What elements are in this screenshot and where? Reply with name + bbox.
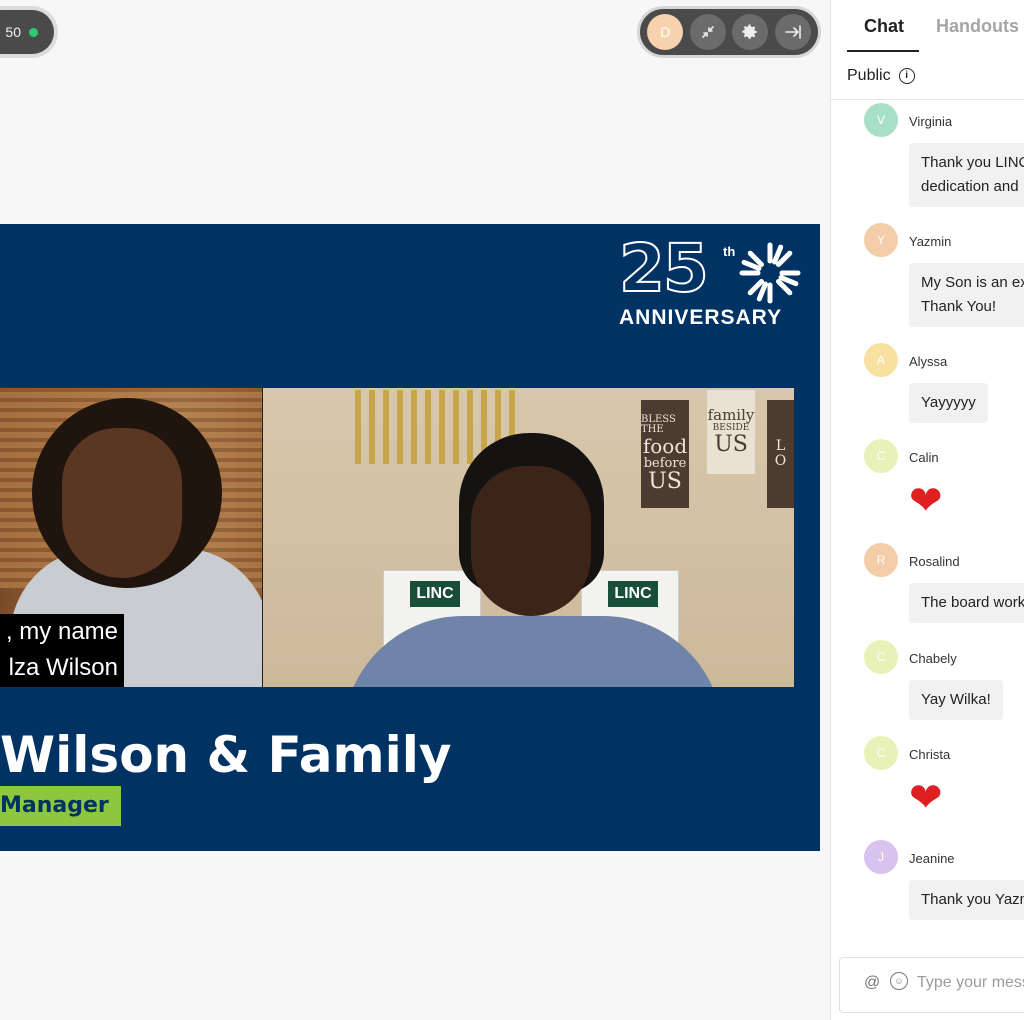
sender-name: Virginia [909,114,953,129]
sender-name: Alyssa [909,354,948,369]
tab-chat[interactable]: Chat [864,16,904,37]
anniversary-word: ANNIVERSARY [619,306,783,329]
broadcast-slide: 25 th ANNIVERSARY , my name lza Wilson B… [0,224,820,851]
sender-name: Rosalind [909,554,960,569]
sign-line: before [643,455,687,471]
avatar: Y [864,223,898,257]
message-input[interactable]: Type your mess [917,974,1024,992]
wall-sign: BLESS THE food before US [641,400,689,508]
live-indicator-icon [29,27,38,37]
avatar: V [864,103,898,137]
sender-name: Chabely [909,651,957,666]
sign-line: US [714,432,748,458]
side-panel: Chat Handouts Public i V Virginia Thank … [830,0,1024,1020]
message-bubble: The board work [909,583,1024,623]
avatar: R [864,543,898,577]
video-tile-left: , my name lza Wilson [0,388,262,687]
message-text: My Son is an ex [921,274,1024,291]
anniversary-suffix: th [723,244,736,259]
chat-composer[interactable]: @ ☺ Type your mess [839,957,1024,1013]
sign-line: O [774,453,787,469]
video-tile-right: BLESS THE food before US family BESIDE U… [263,388,794,687]
session-toolbar: D [640,9,818,55]
user-avatar-button[interactable]: D [647,14,684,50]
settings-button[interactable] [732,14,769,50]
participant-face [62,428,182,578]
linc-logo: LINC [410,581,460,607]
sender-name: Calin [909,450,939,465]
minimize-icon [701,26,714,38]
wall-sign: family BESIDE US [707,390,755,474]
divider [831,99,1024,100]
message-text: The board work [921,594,1024,611]
avatar: C [864,640,898,674]
message-bubble: My Son is an ex Thank You! [909,263,1024,327]
caption-line: lza Wilson [8,654,118,681]
presenter-title: Wilson & Family [0,726,452,784]
message-bubble: Thank you Yazm [909,880,1024,920]
sign-line: L [775,438,786,455]
message-text: dedication and [921,178,1019,195]
chat-channel: Public i [847,67,915,85]
anniversary-number: 25 [618,230,710,307]
sign-line: BLESS THE [641,413,676,436]
linc-logo: LINC [608,581,658,607]
sign-line: US [648,469,682,495]
presenter-role: Manager [0,786,121,826]
sender-name: Yazmin [909,234,952,249]
message-bubble: Yayyyyy [909,383,988,423]
avatar: J [864,840,898,874]
leave-button[interactable] [774,14,811,50]
sign-line: food [642,433,688,458]
viewer-counter: 50 [0,10,54,54]
heart-emoji-icon: ❤ [909,776,943,820]
info-icon[interactable]: i [898,68,915,84]
gear-icon [742,24,757,39]
minimize-button[interactable] [689,14,726,50]
message-text: Thank You! [921,298,997,315]
emoji-icon[interactable]: ☺ [890,972,908,990]
mention-icon[interactable]: @ [864,974,880,992]
sign-line: family [707,405,755,424]
avatar: C [864,439,898,473]
participant-face [471,466,591,616]
message-text: Thank you Yazm [921,891,1024,908]
message-text: Thank you LINC [921,154,1024,171]
heart-emoji-icon: ❤ [909,479,943,523]
caption-line: , my name [5,618,118,645]
avatar: A [864,343,898,377]
sender-name: Jeanine [909,851,955,866]
sender-name: Christa [909,747,951,762]
viewer-count: 50 [5,24,21,40]
active-tab-indicator [847,50,919,52]
user-initial: D [660,24,671,40]
message-bubble: Thank you LINC dedication and [909,143,1024,207]
panel-tabs: Chat Handouts [831,0,1024,54]
sunburst-icon [739,242,801,304]
message-text: Yayyyyy [921,394,976,411]
main-stage-area: 50 D 25 th ANNIVERSARY , my name lza Wil… [0,0,830,1020]
leave-icon [784,25,801,39]
channel-label: Public [847,67,891,84]
wall-sign: L O [767,400,794,508]
message-bubble: Yay Wilka! [909,680,1003,720]
message-text: Yay Wilka! [921,691,991,708]
tab-handouts[interactable]: Handouts [936,16,1019,37]
anniversary-logo: 25 th ANNIVERSARY [618,230,804,334]
avatar: C [864,736,898,770]
live-caption: , my name lza Wilson [0,614,124,687]
video-feed: , my name lza Wilson BLESS THE food befo… [0,388,794,687]
